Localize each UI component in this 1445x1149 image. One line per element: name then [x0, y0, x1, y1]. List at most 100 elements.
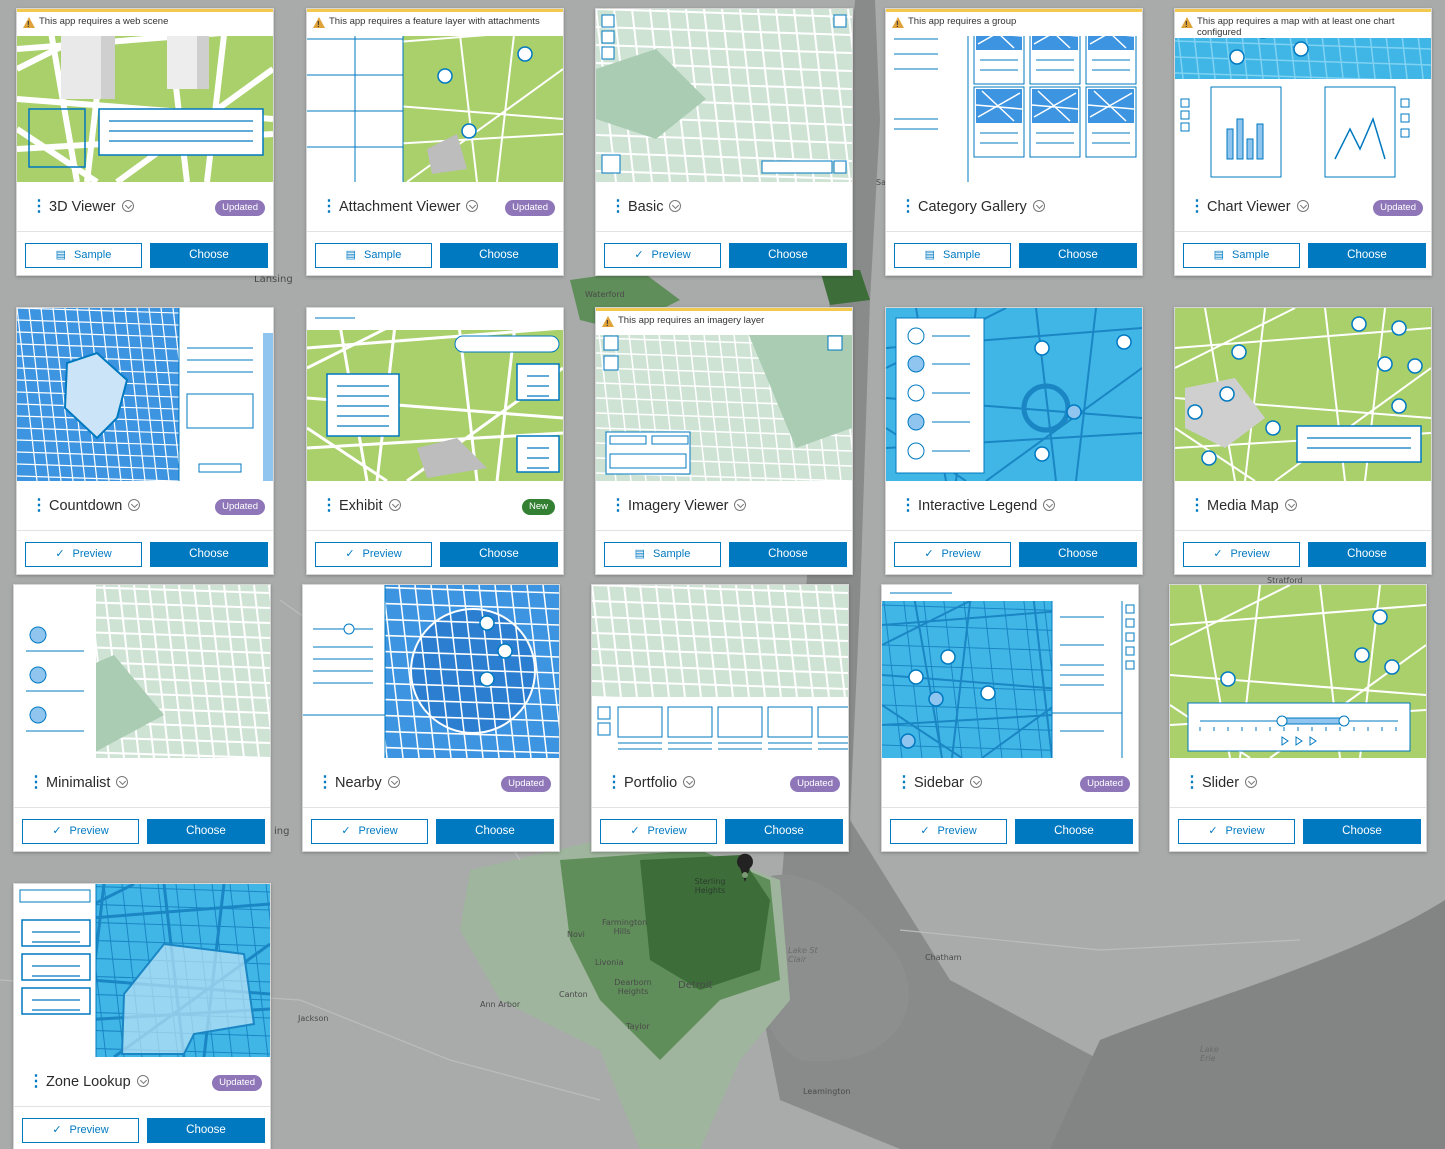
more-options-icon[interactable]: ⋮ — [321, 497, 337, 515]
template-card-chart-viewer[interactable]: This app requires a map with at least on… — [1174, 8, 1432, 276]
choose-button[interactable]: Choose — [150, 542, 268, 567]
warning-icon — [1181, 17, 1193, 30]
lightning-icon: ✓ — [341, 825, 351, 837]
more-options-icon[interactable]: ⋮ — [317, 774, 333, 792]
template-card-imagery-viewer[interactable]: This app requires an imagery layer ⋮ Ima… — [595, 307, 853, 575]
more-options-icon[interactable]: ⋮ — [900, 198, 916, 216]
choose-button[interactable]: Choose — [1303, 819, 1421, 844]
info-chevron-icon[interactable] — [116, 776, 129, 788]
sample-button[interactable]: ▤ Sample — [894, 243, 1011, 268]
sample-button[interactable]: ▤ Sample — [25, 243, 142, 268]
info-chevron-icon[interactable] — [1032, 200, 1045, 212]
choose-button[interactable]: Choose — [1015, 819, 1133, 844]
preview-button[interactable]: ✓ Preview — [1178, 819, 1295, 844]
template-card-category-gallery[interactable]: This app requires a group ⋮ Category Gal… — [885, 8, 1143, 276]
info-chevron-icon[interactable] — [388, 499, 401, 511]
template-card-basic[interactable]: ⋮ Basic ✓ Preview Choose — [595, 8, 853, 276]
template-thumbnail[interactable] — [596, 9, 852, 182]
template-thumbnail[interactable] — [14, 585, 270, 758]
more-options-icon[interactable]: ⋮ — [31, 198, 47, 216]
more-options-icon[interactable]: ⋮ — [28, 1073, 44, 1091]
choose-button[interactable]: Choose — [1019, 542, 1137, 567]
choose-button[interactable]: Choose — [440, 542, 558, 567]
template-card-interactive-legend[interactable]: ⋮ Interactive Legend ✓ Preview Choose — [885, 307, 1143, 575]
template-card-slider[interactable]: ⋮ Slider ✓ Preview Choose — [1169, 584, 1427, 852]
choose-button[interactable]: Choose — [440, 243, 558, 268]
choose-button[interactable]: Choose — [147, 819, 265, 844]
choose-button[interactable]: Choose — [1308, 542, 1426, 567]
warning-text: This app requires a map with at least on… — [1197, 16, 1395, 38]
preview-button[interactable]: ✓ Preview — [890, 819, 1007, 844]
choose-button[interactable]: Choose — [436, 819, 554, 844]
more-options-icon[interactable]: ⋮ — [610, 198, 626, 216]
info-chevron-icon[interactable] — [1296, 200, 1309, 212]
sample-button[interactable]: ▤ Sample — [604, 542, 721, 567]
template-thumbnail[interactable] — [886, 308, 1142, 481]
preview-button[interactable]: ✓ Preview — [311, 819, 428, 844]
info-chevron-icon[interactable] — [734, 499, 747, 511]
template-thumbnail[interactable] — [1175, 308, 1431, 481]
sample-button[interactable]: ▤ Sample — [315, 243, 432, 268]
more-options-icon[interactable]: ⋮ — [896, 774, 912, 792]
template-thumbnail[interactable] — [592, 585, 848, 758]
choose-button[interactable]: Choose — [729, 243, 847, 268]
template-title: Imagery Viewer — [628, 498, 747, 514]
sample-button[interactable]: ▤ Sample — [1183, 243, 1300, 268]
info-chevron-icon[interactable] — [683, 776, 696, 788]
preview-button[interactable]: ✓ Preview — [315, 542, 432, 567]
template-thumbnail[interactable] — [17, 308, 273, 481]
choose-button[interactable]: Choose — [729, 542, 847, 567]
info-chevron-icon[interactable] — [1043, 499, 1056, 511]
template-title: 3D Viewer — [49, 199, 134, 215]
template-card-nearby[interactable]: ⋮ Nearby Updated ✓ Preview Choose — [302, 584, 560, 852]
template-card-attachment-viewer[interactable]: This app requires a feature layer with a… — [306, 8, 564, 276]
preview-button[interactable]: ✓ Preview — [25, 542, 142, 567]
info-chevron-icon[interactable] — [136, 1075, 149, 1087]
info-chevron-icon[interactable] — [669, 200, 682, 212]
template-info: ⋮ Interactive Legend — [886, 481, 1142, 531]
template-card-sidebar[interactable]: ⋮ Sidebar Updated ✓ Preview Choose — [881, 584, 1139, 852]
map-label: Dearborn Heights — [614, 978, 652, 996]
template-title: Category Gallery — [918, 199, 1045, 215]
more-options-icon[interactable]: ⋮ — [900, 497, 916, 515]
more-options-icon[interactable]: ⋮ — [1189, 497, 1205, 515]
template-card-countdown[interactable]: ⋮ Countdown Updated ✓ Preview Choose — [16, 307, 274, 575]
choose-button[interactable]: Choose — [150, 243, 268, 268]
choose-button[interactable]: Choose — [1308, 243, 1426, 268]
more-options-icon[interactable]: ⋮ — [1189, 198, 1205, 216]
template-thumbnail[interactable] — [307, 308, 563, 481]
choose-button[interactable]: Choose — [1019, 243, 1137, 268]
status-badge: Updated — [501, 776, 551, 792]
template-card-3d-viewer[interactable]: This app requires a web scene ⋮ 3D Viewe… — [16, 8, 274, 276]
template-thumbnail[interactable] — [1170, 585, 1426, 758]
info-chevron-icon[interactable] — [969, 776, 982, 788]
info-chevron-icon[interactable] — [1245, 776, 1258, 788]
choose-button[interactable]: Choose — [147, 1118, 265, 1143]
more-options-icon[interactable]: ⋮ — [1184, 774, 1200, 792]
template-card-zone-lookup[interactable]: ⋮ Zone Lookup Updated ✓ Preview Choose — [13, 883, 271, 1149]
preview-button[interactable]: ✓ Preview — [22, 1118, 139, 1143]
choose-button[interactable]: Choose — [725, 819, 843, 844]
info-chevron-icon[interactable] — [121, 200, 134, 212]
preview-button[interactable]: ✓ Preview — [22, 819, 139, 844]
template-thumbnail[interactable] — [882, 585, 1138, 758]
preview-button[interactable]: ✓ Preview — [604, 243, 721, 268]
template-thumbnail[interactable] — [14, 884, 270, 1057]
info-chevron-icon[interactable] — [387, 776, 400, 788]
info-chevron-icon[interactable] — [1284, 499, 1297, 511]
template-card-portfolio[interactable]: ⋮ Portfolio Updated ✓ Preview Choose — [591, 584, 849, 852]
preview-button[interactable]: ✓ Preview — [894, 542, 1011, 567]
template-thumbnail[interactable] — [303, 585, 559, 758]
more-options-icon[interactable]: ⋮ — [610, 497, 626, 515]
preview-button[interactable]: ✓ Preview — [1183, 542, 1300, 567]
template-card-media-map[interactable]: ⋮ Media Map ✓ Preview Choose — [1174, 307, 1432, 575]
info-chevron-icon[interactable] — [466, 200, 479, 212]
more-options-icon[interactable]: ⋮ — [321, 198, 337, 216]
more-options-icon[interactable]: ⋮ — [31, 497, 47, 515]
preview-button[interactable]: ✓ Preview — [600, 819, 717, 844]
more-options-icon[interactable]: ⋮ — [28, 774, 44, 792]
more-options-icon[interactable]: ⋮ — [606, 774, 622, 792]
template-card-minimalist[interactable]: ⋮ Minimalist ✓ Preview Choose — [13, 584, 271, 852]
template-card-exhibit[interactable]: ⋮ Exhibit New ✓ Preview Choose — [306, 307, 564, 575]
info-chevron-icon[interactable] — [128, 499, 141, 511]
